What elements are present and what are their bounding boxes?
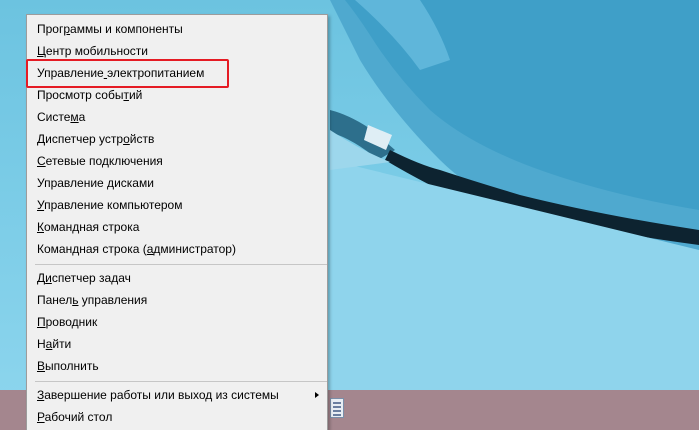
menu-item-file-explorer[interactable]: Проводник (27, 312, 327, 333)
menu-item-task-manager[interactable]: Диспетчер задач (27, 268, 327, 289)
menu-item-command-prompt-admin[interactable]: Командная строка (администратор) (27, 239, 327, 260)
menu-item-control-panel[interactable]: Панель управления (27, 290, 327, 311)
menu-item-label: Диспетчер задач (37, 271, 131, 285)
menu-item-label: Управление электропитанием (37, 66, 205, 80)
menu-item-label: Программы и компоненты (37, 22, 183, 36)
menu-item-label: Командная строка (37, 220, 140, 234)
menu-item-shutdown-or-sign-out[interactable]: Завершение работы или выход из системы (27, 385, 327, 406)
menu-item-network-connections[interactable]: Сетевые подключения (27, 151, 327, 172)
menu-item-label: Командная строка (администратор) (37, 242, 236, 256)
menu-item-label: Проводник (37, 315, 98, 329)
menu-item-label: Система (37, 110, 86, 124)
menu-item-label: Центр мобильности (37, 44, 148, 58)
menu-item-label: Найти (37, 337, 72, 351)
menu-item-label: Выполнить (37, 359, 99, 373)
menu-item-run[interactable]: Выполнить (27, 356, 327, 377)
menu-item-event-viewer[interactable]: Просмотр событий (27, 85, 327, 106)
menu-item-system[interactable]: Система (27, 107, 327, 128)
menu-separator (35, 381, 327, 382)
winx-context-menu: Программы и компоненты Центр мобильности… (26, 14, 328, 430)
menu-item-search[interactable]: Найти (27, 334, 327, 355)
menu-item-label: Управление компьютером (37, 198, 183, 212)
menu-item-label: Управление дисками (37, 176, 154, 190)
menu-item-command-prompt[interactable]: Командная строка (27, 217, 327, 238)
menu-item-label: Диспетчер устройств (37, 132, 155, 146)
menu-item-desktop[interactable]: Рабочий стол (27, 407, 327, 428)
menu-item-label: Рабочий стол (37, 410, 113, 424)
menu-item-disk-management[interactable]: Управление дисками (27, 173, 327, 194)
menu-item-computer-management[interactable]: Управление компьютером (27, 195, 327, 216)
menu-item-programs-and-features[interactable]: Программы и компоненты (27, 19, 327, 40)
menu-item-label: Сетевые подключения (37, 154, 163, 168)
menu-separator (35, 264, 327, 265)
menu-item-label: Завершение работы или выход из системы (37, 388, 279, 402)
taskbar-app-icon[interactable] (330, 398, 344, 418)
menu-item-power-options[interactable]: Управление электропитанием (27, 63, 327, 84)
desktop: Программы и компоненты Центр мобильности… (0, 0, 699, 430)
menu-item-mobility-center[interactable]: Центр мобильности (27, 41, 327, 62)
menu-item-device-manager[interactable]: Диспетчер устройств (27, 129, 327, 150)
menu-item-label: Просмотр событий (37, 88, 143, 102)
submenu-arrow-icon (315, 392, 319, 398)
menu-item-label: Панель управления (37, 293, 148, 307)
